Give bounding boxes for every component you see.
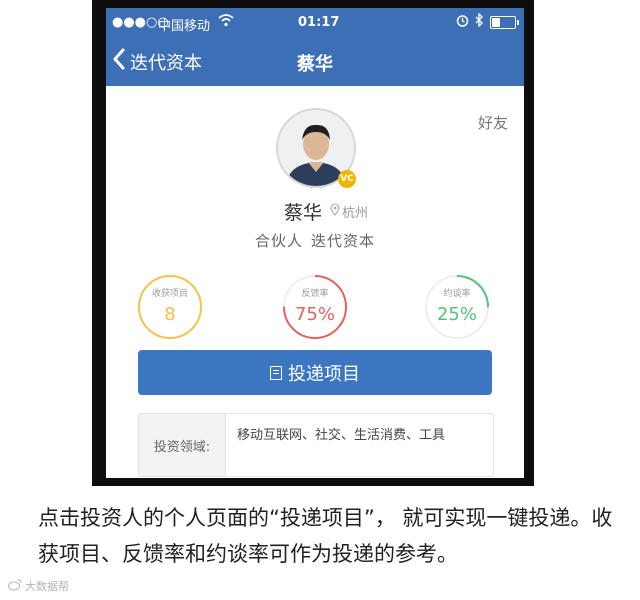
stat-projects: 收获项目 8	[137, 274, 203, 340]
navigation-bar: 迭代资本 蔡华	[106, 38, 524, 86]
location-pin-icon	[330, 203, 340, 220]
alarm-icon	[456, 14, 469, 31]
company-name: 迭代资本	[311, 232, 376, 250]
location-label: 杭州	[342, 206, 369, 221]
deliver-project-button[interactable]: 投递项目	[138, 350, 492, 395]
stat-label: 收获项目	[151, 289, 188, 299]
stat-meeting-rate: 约谈率 25%	[424, 274, 490, 340]
investment-field-value: 移动互联网、社交、生活消费、工具	[237, 428, 446, 443]
location: 杭州	[330, 202, 368, 221]
clock: 01:17	[298, 15, 340, 30]
stat-label: 约谈率	[443, 289, 471, 299]
watermark-text: 大数据帮	[25, 580, 69, 593]
investor-name: 蔡华	[284, 202, 323, 224]
job-title: 合伙人	[254, 232, 303, 250]
page-title: 蔡华	[297, 54, 333, 75]
weibo-icon	[8, 579, 22, 594]
battery-icon	[490, 15, 519, 29]
stat-value: 25%	[436, 304, 477, 325]
document-icon	[270, 365, 282, 380]
profile-content: 好友 VC 蔡华 杭州 合伙人 迭代资本 收获项目 8 反馈率 75% 约谈率 …	[106, 86, 524, 478]
stat-value: 75%	[294, 304, 335, 325]
vc-badge: VC	[338, 170, 356, 188]
carrier-label: 中国移动	[158, 19, 211, 34]
bluetooth-icon	[475, 12, 484, 31]
caption-text: 点击投资人的个人页面的“投递项目”， 就可实现一键投递。收获项目、反馈率和约谈率…	[38, 506, 613, 566]
stat-value: 8	[164, 304, 176, 325]
friend-button[interactable]: 好友	[478, 112, 508, 133]
investment-field-label: 投资领域:	[139, 414, 226, 476]
stat-label: 反馈率	[301, 289, 329, 299]
watermark: 大数据帮	[8, 578, 69, 594]
investor-role: 合伙人 迭代资本	[106, 230, 524, 251]
stat-feedback-rate: 反馈率 75%	[282, 274, 348, 340]
investment-field-row: 投资领域: 移动互联网、社交、生活消费、工具	[138, 413, 494, 477]
status-bar: ●●●○○ 中国移动 01:17	[106, 8, 524, 38]
wifi-icon	[218, 13, 234, 31]
deliver-project-label: 投递项目	[288, 363, 360, 385]
phone-screen: ●●●○○ 中国移动 01:17 迭代资本 蔡华 好友 VC 蔡华 杭州 合伙人…	[106, 8, 524, 478]
